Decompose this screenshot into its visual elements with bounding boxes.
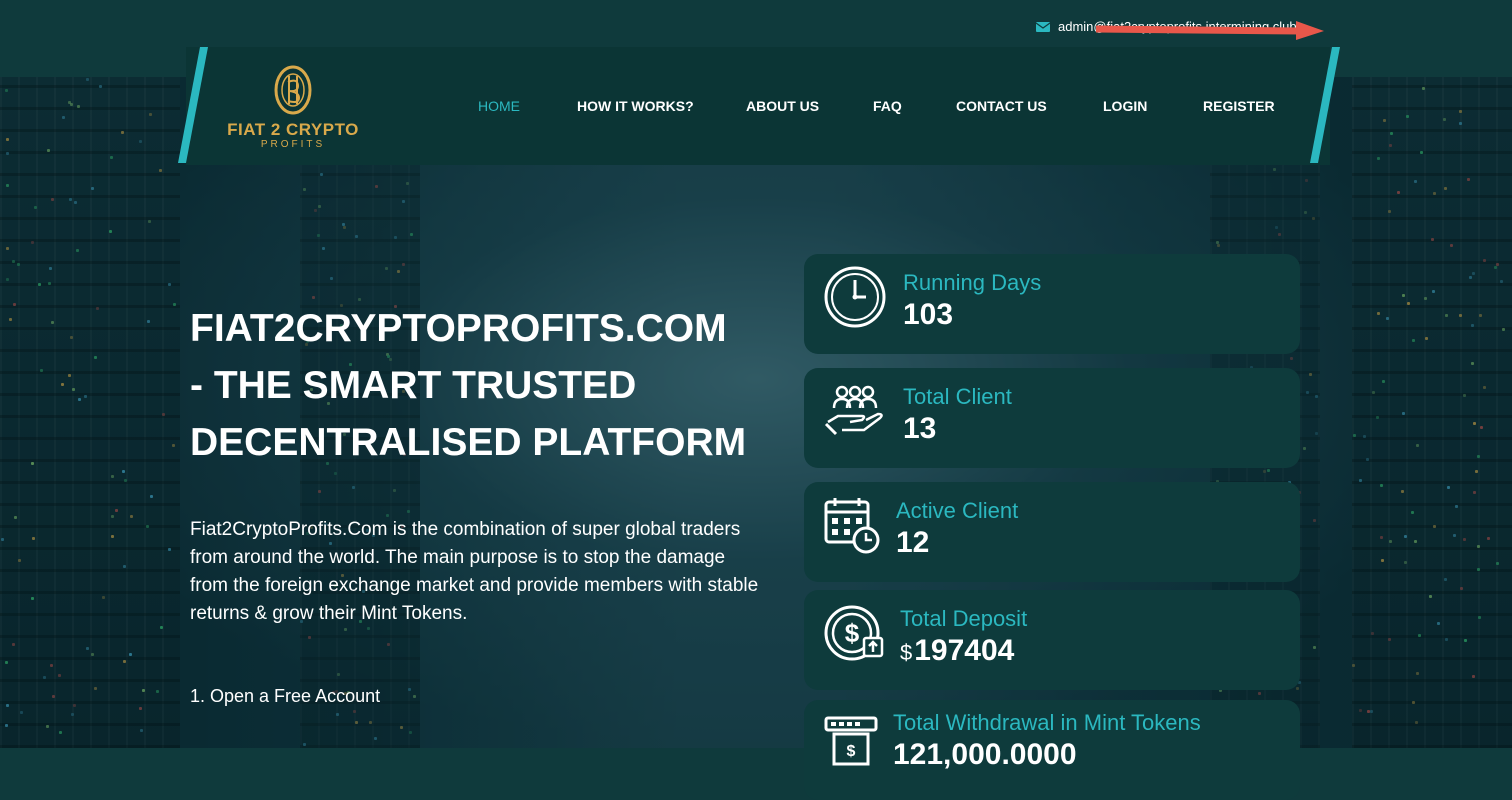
nav-home[interactable]: HOME — [478, 98, 520, 114]
hero-step-1: 1. Open a Free Account — [190, 686, 381, 706]
stat-card-active-client: Active Client 12 — [804, 482, 1300, 582]
nav-contact-us[interactable]: CONTACT US — [956, 98, 1047, 114]
calendar-clock-icon — [824, 498, 880, 554]
hero-title-line-2: - THE SMART TRUSTED — [190, 364, 637, 407]
stat-label: Total Withdrawal in Mint Tokens — [893, 710, 1201, 735]
stat-card-total-client: Total Client 13 — [804, 368, 1300, 468]
stat-value: 121,000.0000 — [893, 738, 1077, 771]
clients-hand-icon — [824, 385, 883, 436]
svg-text:$: $ — [845, 618, 860, 648]
logo-subtitle: PROFITS — [260, 139, 326, 150]
nav-how-it-works[interactable]: HOW IT WORKS? — [577, 98, 694, 114]
stat-label: Running Days — [903, 270, 1042, 295]
clock-icon — [824, 266, 886, 328]
stat-card-total-deposit: $ Total Deposit $197404 — [804, 590, 1300, 690]
hero-title: FIAT2CRYPTOPROFITS.COM - THE SMART TRUST… — [190, 300, 770, 471]
red-arrow-annotation — [1096, 21, 1324, 40]
hero-title-line-1: FIAT2CRYPTOPROFITS.COM — [190, 307, 727, 350]
nav-edge-right — [1310, 47, 1340, 163]
dollar-coin-icon: $ — [824, 605, 884, 661]
hero-description: Fiat2CryptoProfits.Com is the combinatio… — [190, 519, 759, 624]
stat-value-number: 197404 — [914, 634, 1015, 667]
hero-title-line-3: DECENTRALISED PLATFORM — [190, 421, 747, 464]
stat-value: $197404 — [900, 634, 1014, 668]
atm-withdraw-icon: $ — [824, 716, 878, 766]
stat-card-running-days: Running Days 103 — [804, 254, 1300, 354]
logo-name: FIAT 2 CRYPTO — [227, 120, 359, 139]
stat-label: Total Client — [903, 384, 1012, 409]
nav-edge-left — [178, 47, 208, 163]
nav-login[interactable]: LOGIN — [1103, 98, 1147, 114]
stat-value: 103 — [903, 298, 954, 331]
nav-faq[interactable]: FAQ — [873, 98, 902, 114]
nav-register[interactable]: REGISTER — [1203, 98, 1275, 114]
stat-label: Total Deposit — [900, 606, 1028, 631]
stat-value: 13 — [903, 412, 937, 445]
nav-about-us[interactable]: ABOUT US — [746, 98, 819, 114]
mail-icon — [1036, 21, 1050, 32]
stat-value: 12 — [896, 526, 930, 559]
currency-symbol: $ — [900, 640, 913, 665]
stat-label: Active Client — [896, 498, 1019, 523]
stat-card-total-withdrawal: $ Total Withdrawal in Mint Tokens 121,00… — [804, 700, 1300, 800]
svg-text:$: $ — [847, 743, 856, 760]
